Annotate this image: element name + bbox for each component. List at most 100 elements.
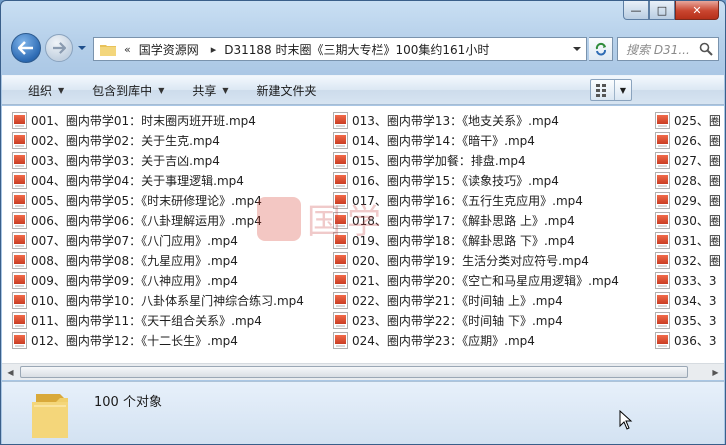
search-input[interactable]: 搜索 D31... [617,37,719,61]
file-name: 005、圈内带学05：《时末研修理论》.mp4 [31,193,262,208]
file-item[interactable]: 010、圈内带学10：八卦体系星门神综合练习.mp4 [2,290,304,310]
file-item[interactable]: 025、圈 [645,110,721,130]
file-name: 028、圈 [674,173,721,188]
video-file-icon [333,111,348,129]
close-button[interactable]: ✕ [675,1,719,20]
scroll-left-icon[interactable]: ◀ [2,364,19,380]
scroll-right-icon[interactable]: ▶ [707,364,724,380]
video-file-icon [655,151,670,169]
breadcrumb-current[interactable]: D31188 时末圈《三期大专栏》100集约161小时 [224,41,489,58]
file-item[interactable]: 020、圈内带学19：生活分类对应符号.mp4 [323,250,619,270]
file-item[interactable]: 015、圈内带学加餐：排盘.mp4 [323,150,619,170]
recent-pages-dropdown-icon[interactable] [77,43,87,53]
scrollbar-thumb[interactable] [20,366,688,378]
file-item[interactable]: 007、圈内带学07：《八门应用》.mp4 [2,230,304,250]
file-item[interactable]: 016、圈内带学15：《读象技巧》.mp4 [323,170,619,190]
include-in-library-menu[interactable]: 包含到库中 ▼ [78,82,178,99]
video-file-icon [655,131,670,149]
file-item[interactable]: 029、圈 [645,190,721,210]
file-name: 024、圈内带学23：《应期》.mp4 [352,333,535,348]
video-file-icon [12,251,27,269]
folder-icon [32,394,68,438]
video-file-icon [12,291,27,309]
minimize-button[interactable]: — [623,1,649,20]
file-item[interactable]: 026、圈 [645,130,721,150]
arrow-right-icon [52,42,66,54]
maximize-button[interactable]: □ [649,1,675,20]
file-name: 029、圈 [674,193,721,208]
file-item[interactable]: 006、圈内带学06：《八卦理解运用》.mp4 [2,210,304,230]
file-item[interactable]: 009、圈内带学09：《八神应用》.mp4 [2,270,304,290]
mouse-cursor-icon [619,410,633,430]
back-button[interactable] [11,33,41,63]
video-file-icon [655,271,670,289]
file-item[interactable]: 005、圈内带学05：《时末研修理论》.mp4 [2,190,304,210]
file-name: 025、圈 [674,113,721,128]
file-name: 013、圈内带学13：《地支关系》.mp4 [352,113,559,128]
view-options-dropdown-icon[interactable]: ▼ [615,86,631,95]
horizontal-scrollbar[interactable]: ◀ ▶ [2,363,724,380]
video-file-icon [333,271,348,289]
file-name: 007、圈内带学07：《八门应用》.mp4 [31,233,238,248]
file-item[interactable]: 022、圈内带学21：《时间轴 上》.mp4 [323,290,619,310]
video-file-icon [12,191,27,209]
file-item[interactable]: 018、圈内带学17：《解卦思路 上》.mp4 [323,210,619,230]
file-item[interactable]: 036、3 [645,330,721,350]
file-item[interactable]: 035、3 [645,310,721,330]
search-placeholder: 搜索 D31... [626,42,690,57]
file-item[interactable]: 027、圈 [645,150,721,170]
file-item[interactable]: 033、3 [645,270,721,290]
refresh-button[interactable] [589,37,613,61]
file-item[interactable]: 011、圈内带学11：《天干组合关系》.mp4 [2,310,304,330]
address-bar[interactable]: « 国学资源网 ▸ D31188 时末圈《三期大专栏》100集约161小时 [93,37,587,61]
explorer-window: — □ ✕ « 国学资源网 ▸ D31188 时末圈《三期大专栏》100集约16… [0,0,726,445]
share-label: 共享 [192,83,217,98]
change-view-button[interactable]: ▼ [590,79,632,101]
file-item[interactable]: 003、圈内带学03：关于吉凶.mp4 [2,150,304,170]
file-item[interactable]: 031、圈 [645,230,721,250]
video-file-icon [655,331,670,349]
file-item[interactable]: 023、圈内带学22：《时间轴 下》.mp4 [323,310,619,330]
file-item[interactable]: 014、圈内带学14：《暗干》.mp4 [323,130,619,150]
file-name: 018、圈内带学17：《解卦思路 上》.mp4 [352,213,575,228]
file-item[interactable]: 013、圈内带学13：《地支关系》.mp4 [323,110,619,130]
forward-button[interactable] [45,34,73,62]
file-name: 016、圈内带学15：《读象技巧》.mp4 [352,173,559,188]
file-name: 006、圈内带学06：《八卦理解运用》.mp4 [31,213,262,228]
breadcrumb-separator-icon[interactable]: ▸ [211,43,217,56]
file-item[interactable]: 030、圈 [645,210,721,230]
file-name: 001、圈内带学01：时末圈丙班开班.mp4 [31,113,256,128]
file-name: 002、圈内带学02：关于生克.mp4 [31,133,220,148]
file-name: 034、3 [674,293,717,308]
file-item[interactable]: 028、圈 [645,170,721,190]
organize-menu[interactable]: 组织 ▼ [2,82,78,99]
file-name: 023、圈内带学22：《时间轴 下》.mp4 [352,313,563,328]
file-list[interactable]: 001、圈内带学01：时末圈丙班开班.mp4 002、圈内带学02：关于生克.m… [2,106,724,363]
file-item[interactable]: 021、圈内带学20：《空亡和马星应用逻辑》.mp4 [323,270,619,290]
file-item[interactable]: 002、圈内带学02：关于生克.mp4 [2,130,304,150]
address-overflow[interactable]: « [124,43,131,56]
address-history-dropdown-icon[interactable] [572,44,582,54]
details-pane: 100 个对象 [2,381,724,444]
file-item[interactable]: 017、圈内带学16：《五行生克应用》.mp4 [323,190,619,210]
file-item[interactable]: 034、3 [645,290,721,310]
file-name: 030、圈 [674,213,721,228]
file-item[interactable]: 024、圈内带学23：《应期》.mp4 [323,330,619,350]
file-name: 035、3 [674,313,717,328]
video-file-icon [333,231,348,249]
video-file-icon [12,231,27,249]
file-item[interactable]: 004、圈内带学04：关于事理逻辑.mp4 [2,170,304,190]
share-menu[interactable]: 共享 ▼ [178,82,242,99]
file-item[interactable]: 012、圈内带学12：《十二长生》.mp4 [2,330,304,350]
file-name: 027、圈 [674,153,721,168]
file-item[interactable]: 032、圈 [645,250,721,270]
file-item[interactable]: 019、圈内带学18：《解卦思路 下》.mp4 [323,230,619,250]
video-file-icon [655,171,670,189]
file-item[interactable]: 001、圈内带学01：时末圈丙班开班.mp4 [2,110,304,130]
new-folder-button[interactable]: 新建文件夹 [243,82,331,99]
breadcrumb-root[interactable]: 国学资源网 [139,41,199,58]
file-name: 004、圈内带学04：关于事理逻辑.mp4 [31,173,244,188]
file-name: 017、圈内带学16：《五行生克应用》.mp4 [352,193,583,208]
file-item[interactable]: 008、圈内带学08：《九星应用》.mp4 [2,250,304,270]
navigation-bar: « 国学资源网 ▸ D31188 时末圈《三期大专栏》100集约161小时 搜索… [9,31,719,65]
